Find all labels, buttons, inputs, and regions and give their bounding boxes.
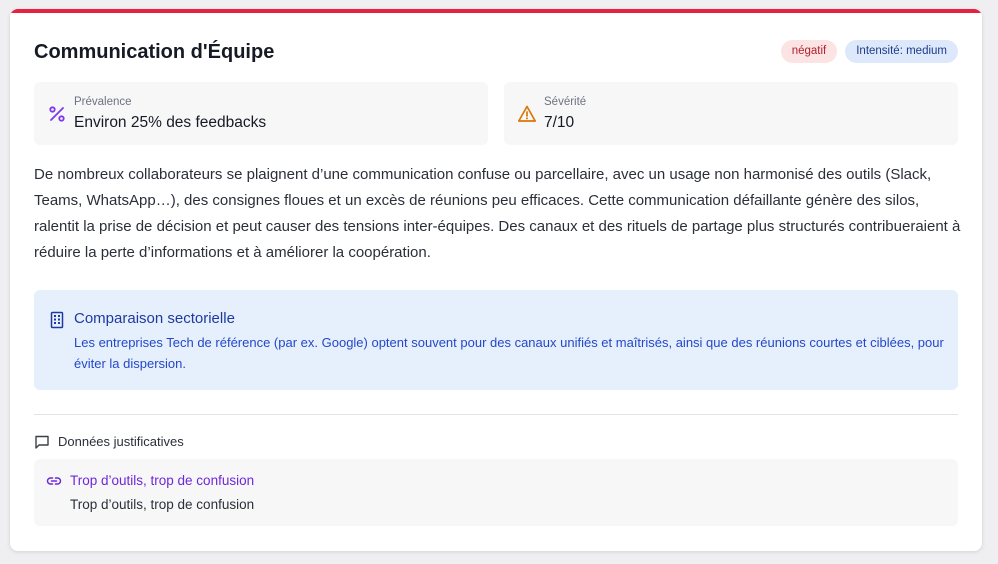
section-divider (34, 414, 958, 415)
accent-bar (10, 9, 982, 13)
comparison-title: Comparaison sectorielle (74, 310, 235, 327)
evidence-heading-label: Données justificatives (58, 434, 184, 449)
card-title: Communication d'Équipe (34, 41, 275, 63)
evidence-quote: Trop d’outils, trop de confusion (70, 497, 255, 512)
prevalence-label: Prévalence (74, 96, 132, 108)
message-square-icon (34, 434, 50, 450)
building-icon (49, 311, 65, 329)
percent-icon (47, 104, 67, 124)
severity-metric: Sévérité 7/10 (504, 82, 958, 145)
prevalence-value: Environ 25% des feedbacks (74, 114, 267, 131)
badge-group: négatif Intensité: medium (780, 40, 958, 63)
insight-description: De nombreux collaborateurs se plaignent … (34, 166, 961, 261)
comparison-text: Les entreprises Tech de référence (par e… (74, 335, 944, 371)
sector-comparison: Comparaison sectorielle Les entreprises … (34, 290, 958, 390)
sentiment-badge: négatif (780, 40, 838, 63)
severity-label: Sévérité (544, 96, 587, 108)
link-icon (46, 473, 62, 489)
insight-card: Communication d'Équipe négatif Intensité… (10, 9, 982, 551)
intensity-badge: Intensité: medium (845, 40, 958, 63)
evidence-link[interactable]: Trop d’outils, trop de confusion (70, 473, 254, 488)
prevalence-metric: Prévalence Environ 25% des feedbacks (34, 82, 488, 145)
warning-triangle-icon (517, 104, 537, 124)
severity-value: 7/10 (544, 114, 575, 131)
evidence-item: Trop d’outils, trop de confusion Trop d’… (34, 459, 958, 526)
